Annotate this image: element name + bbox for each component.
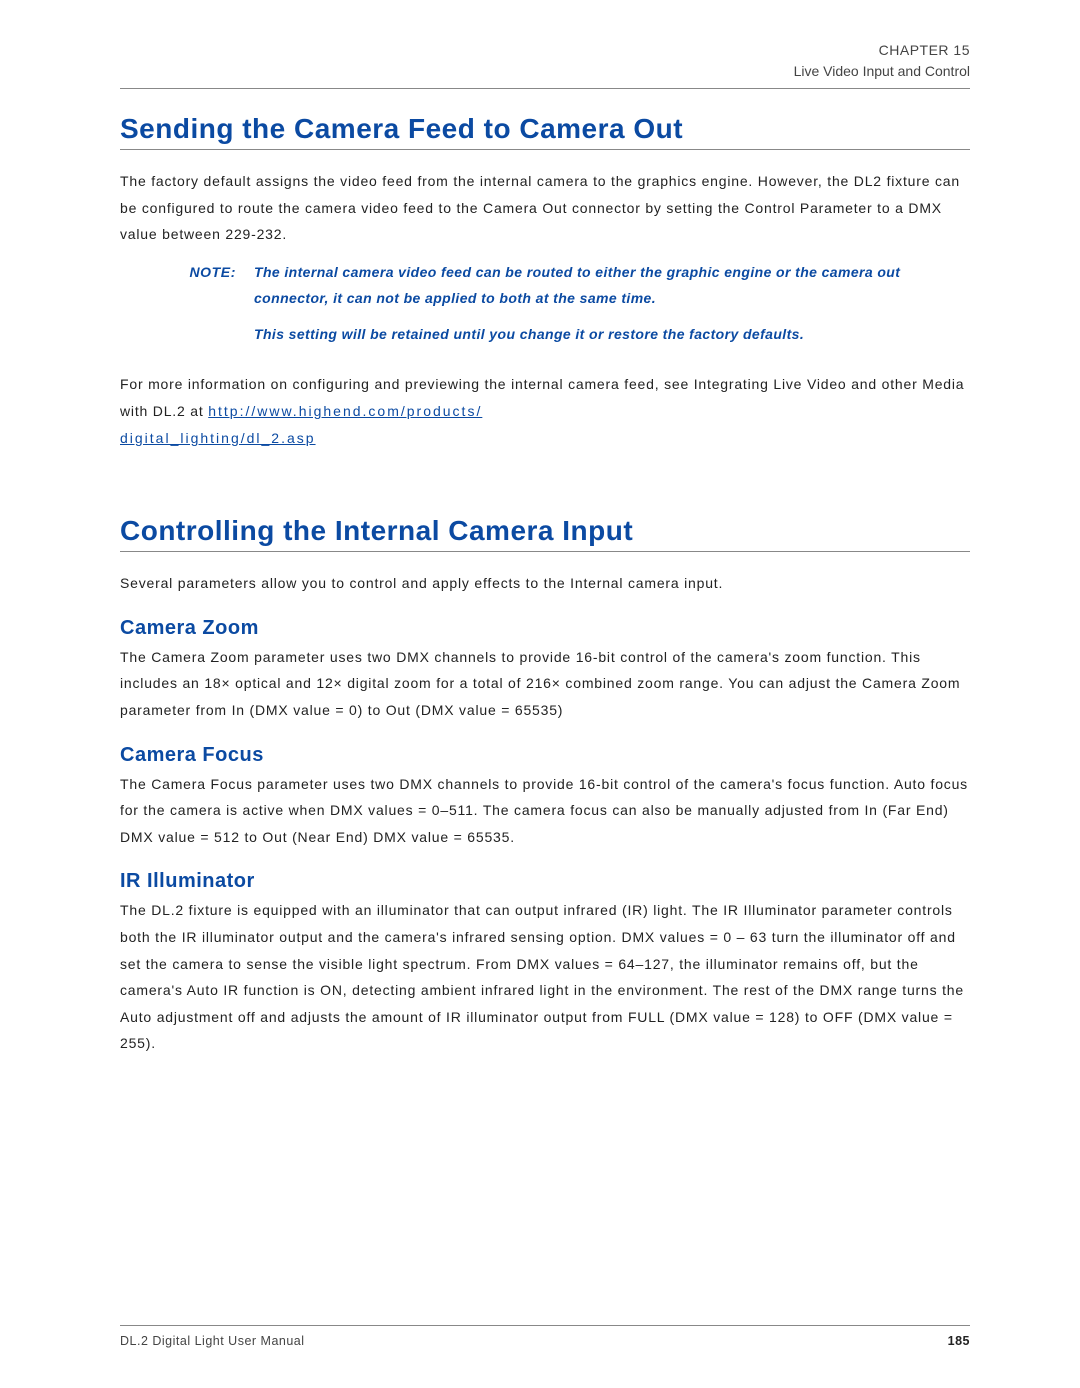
page-header: CHAPTER 15 Live Video Input and Control	[120, 40, 970, 82]
header-divider	[120, 88, 970, 89]
body-paragraph: The Camera Focus parameter uses two DMX …	[120, 771, 970, 851]
header-chapter: CHAPTER 15	[120, 40, 970, 61]
section-heading-camera-out: Sending the Camera Feed to Camera Out	[120, 113, 970, 145]
subheading-camera-focus: Camera Focus	[120, 744, 970, 767]
header-title: Live Video Input and Control	[120, 61, 970, 82]
section-divider	[120, 551, 970, 552]
note-text: This setting will be retained until you …	[254, 322, 970, 348]
page-footer: DL.2 Digital Light User Manual 185	[120, 1325, 970, 1348]
body-paragraph: Several parameters allow you to control …	[120, 570, 970, 597]
body-paragraph: The factory default assigns the video fe…	[120, 168, 970, 248]
body-paragraph: For more information on configuring and …	[120, 371, 970, 451]
link-digital-lighting[interactable]: digital_lighting/dl_2.asp	[120, 430, 316, 446]
subheading-ir-illuminator: IR Illuminator	[120, 870, 970, 893]
note-text: The internal camera video feed can be ro…	[254, 260, 970, 312]
section-heading-internal-camera: Controlling the Internal Camera Input	[120, 515, 970, 547]
page: CHAPTER 15 Live Video Input and Control …	[0, 0, 1080, 1388]
footer-divider	[120, 1325, 970, 1326]
footer-manual-title: DL.2 Digital Light User Manual	[120, 1334, 305, 1348]
note-label: NOTE:	[162, 260, 236, 286]
section-divider	[120, 149, 970, 150]
body-paragraph: The Camera Zoom parameter uses two DMX c…	[120, 644, 970, 724]
footer-page-number: 185	[948, 1334, 970, 1348]
link-highend-products[interactable]: http://www.highend.com/products/	[208, 403, 482, 419]
note-block: NOTE: The internal camera video feed can…	[120, 260, 970, 358]
body-paragraph: The DL.2 fixture is equipped with an ill…	[120, 897, 970, 1057]
subheading-camera-zoom: Camera Zoom	[120, 617, 970, 640]
